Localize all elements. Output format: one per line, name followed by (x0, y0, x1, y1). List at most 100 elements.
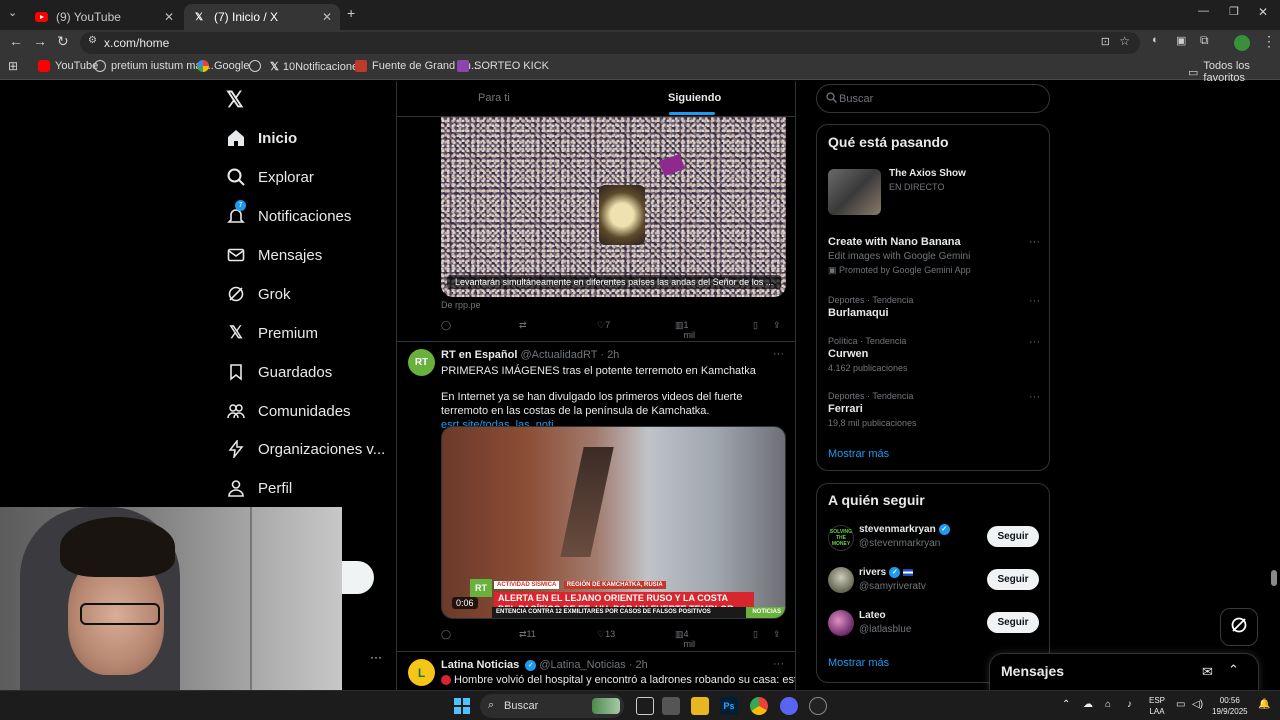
onedrive-icon[interactable]: ☁ (1083, 699, 1093, 710)
bookmark-google[interactable]: Google (197, 60, 249, 72)
reload-icon[interactable]: ↻ (57, 33, 69, 50)
nav-organizations[interactable]: Organizaciones v... (226, 433, 385, 465)
bookmark-youtube[interactable]: YouTube (38, 60, 98, 72)
follow-suggestion-handle[interactable]: @samyriveratv (859, 581, 926, 592)
show-more-link[interactable]: Mostrar más (828, 657, 889, 669)
follow-suggestion-handle[interactable]: @latlasblue (859, 624, 911, 635)
avatar[interactable]: RT (408, 349, 435, 376)
reply-icon[interactable]: ◯ (441, 629, 451, 640)
extension-2-icon[interactable]: ▣ (1176, 34, 1186, 47)
extensions-puzzle-icon[interactable]: ⧉ (1200, 33, 1209, 48)
more-icon[interactable]: ··· (1029, 391, 1040, 403)
nav-grok[interactable]: Grok (226, 278, 291, 310)
nav-communities[interactable]: Comunidades (226, 395, 351, 427)
repost-icon[interactable]: ⇄ (519, 320, 527, 331)
new-message-icon[interactable]: ✉ (1202, 664, 1213, 680)
discord-icon[interactable] (780, 697, 798, 715)
tab-following[interactable]: Siguiendo (668, 92, 721, 104)
volume-icon[interactable]: ◁) (1192, 699, 1203, 710)
url-field[interactable]: ⚙ x.com/home ⊡ ☆ (80, 32, 1140, 54)
file-explorer-icon[interactable] (691, 697, 709, 715)
tweet-time[interactable]: · 2h (600, 349, 619, 361)
author-name[interactable]: Latina Noticias (441, 659, 519, 671)
author-handle[interactable]: @Latina_Noticias (539, 659, 625, 671)
like-button[interactable]: ♡ 7 (597, 320, 610, 331)
close-window-icon[interactable]: ✕ (1258, 5, 1268, 19)
notifications-icon[interactable]: 🔔 (1258, 699, 1270, 710)
repost-button[interactable]: ⇄ 11 (519, 629, 536, 640)
taskbar-search[interactable]: ⌕ Buscar (480, 694, 624, 718)
grok-button[interactable] (1220, 608, 1258, 646)
views-count[interactable]: ▥ 1 mil (675, 320, 695, 340)
chrome-icon[interactable] (750, 697, 768, 715)
close-icon[interactable]: ✕ (164, 10, 174, 24)
avatar[interactable] (828, 567, 854, 593)
bookmark-10notificaciones[interactable]: 𝕏 10Notificaciones (270, 60, 364, 74)
display-icon[interactable]: ▭ (1176, 699, 1185, 710)
network-icon[interactable]: ⌂ (1105, 699, 1111, 710)
avatar[interactable]: L (408, 659, 435, 686)
nav-notifications[interactable]: 7 Notificaciones (226, 200, 351, 232)
tab-for-you[interactable]: Para ti (478, 92, 510, 104)
bookmark-star-icon[interactable]: ☆ (1119, 34, 1130, 48)
tray-chevron-icon[interactable]: ⌃ (1062, 699, 1070, 710)
follow-suggestion-name[interactable]: stevenmarkryan ✓ (859, 524, 950, 535)
trend-item[interactable]: Política · Tendencia Curwen 4.162 public… (828, 336, 1040, 373)
tab-search-icon[interactable]: ⌄ (8, 6, 17, 19)
profile-avatar[interactable] (1234, 35, 1250, 51)
obs-icon[interactable] (809, 697, 827, 715)
forward-icon[interactable]: → (33, 33, 47, 49)
avatar[interactable] (828, 610, 854, 636)
more-icon[interactable]: ··· (773, 658, 784, 670)
bookmark-icon[interactable]: ▯ (753, 320, 758, 331)
close-icon[interactable]: ✕ (322, 10, 332, 24)
author-handle[interactable]: @ActualidadRT (520, 349, 597, 361)
views-count[interactable]: ▥ 4 mil (675, 629, 695, 649)
nav-explore[interactable]: Explorar (226, 161, 314, 193)
all-bookmarks[interactable]: ▭ Todos los favoritos (1188, 60, 1280, 84)
bookmark-pretium[interactable]: pretium iustum mat... (94, 60, 214, 72)
new-tab-icon[interactable]: + (347, 5, 355, 21)
share-icon[interactable]: ⇪ (773, 629, 781, 640)
task-view-icon[interactable] (636, 697, 654, 715)
nav-bookmarks[interactable]: Guardados (226, 356, 332, 388)
back-icon[interactable]: ← (9, 33, 23, 49)
apps-grid-icon[interactable]: ⊞ (8, 59, 18, 73)
more-icon[interactable]: ··· (1029, 336, 1040, 348)
minimize-icon[interactable]: — (1198, 5, 1209, 17)
bookmark-globe[interactable] (249, 60, 266, 72)
app-icon[interactable] (662, 697, 680, 715)
author-name[interactable]: RT en Español (441, 349, 517, 361)
menu-kebab-icon[interactable]: ⋮ (1262, 33, 1276, 50)
language-indicator[interactable]: ESP LAA (1149, 695, 1165, 717)
show-more-link[interactable]: Mostrar más (828, 448, 889, 460)
tweet-video[interactable]: ACTIVIDAD SÍSMICA REGIÓN DE KAMCHATKA, R… (441, 426, 786, 619)
microphone-icon[interactable]: ♪ (1127, 699, 1132, 710)
bookmark-sorteo-kick[interactable]: SORTEO KICK (457, 60, 549, 72)
live-title[interactable]: The Axios Show (889, 168, 966, 179)
site-info-icon[interactable]: ⚙ (88, 35, 97, 46)
follow-button[interactable]: Seguir (987, 612, 1039, 633)
nav-messages[interactable]: Mensajes (226, 239, 322, 271)
search-input[interactable]: Buscar (816, 84, 1050, 113)
more-icon[interactable]: ··· (1029, 236, 1040, 248)
like-button[interactable]: ♡ 13 (597, 629, 615, 640)
extension-1-icon[interactable]: ◐ (1152, 34, 1159, 46)
nav-profile[interactable]: Perfil (226, 472, 292, 504)
tweet-time[interactable]: · 2h (629, 659, 648, 671)
page-scrollbar[interactable] (1271, 570, 1277, 586)
tweet-image[interactable]: Levantarán simultáneamente en diferentes… (441, 117, 786, 297)
share-icon[interactable]: ⇪ (773, 320, 781, 331)
follow-suggestion-handle[interactable]: @stevenmarkryan (859, 538, 940, 549)
trend-item[interactable]: Deportes · Tendencia Ferrari 19,8 mil pu… (828, 391, 1040, 428)
more-icon[interactable]: ··· (773, 348, 784, 360)
tab-youtube[interactable]: (9) YouTube ✕ (26, 4, 182, 30)
bookmark-icon[interactable]: ▯ (753, 629, 758, 640)
link-source[interactable]: De rpp.pe (441, 300, 481, 310)
restore-icon[interactable]: ❐ (1229, 5, 1239, 18)
photoshop-icon[interactable]: Ps (720, 697, 738, 715)
follow-button[interactable]: Seguir (987, 526, 1039, 547)
trend-item[interactable]: Deportes · Tendencia Burlamaqui ··· (828, 295, 1040, 319)
follow-button[interactable]: Seguir (987, 569, 1039, 590)
follow-suggestion-name[interactable]: Lateo (859, 610, 886, 621)
